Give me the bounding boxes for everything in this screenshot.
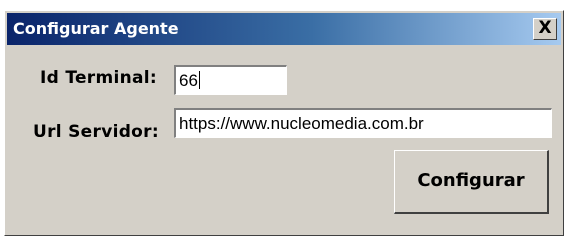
url-servidor-input[interactable]: https://www.nucleomedia.com.br bbox=[174, 108, 552, 138]
id-terminal-value: 66 bbox=[179, 71, 198, 90]
window-title: Configurar Agente bbox=[13, 19, 179, 38]
configurar-button[interactable]: Configurar bbox=[394, 150, 549, 214]
title-bar[interactable]: Configurar Agente X bbox=[7, 13, 561, 45]
close-icon: X bbox=[538, 18, 552, 38]
text-caret bbox=[198, 71, 200, 89]
url-servidor-value: https://www.nucleomedia.com.br bbox=[179, 114, 424, 133]
close-button[interactable]: X bbox=[533, 18, 557, 40]
id-terminal-input[interactable]: 66 bbox=[174, 65, 287, 95]
id-terminal-label: Id Terminal: bbox=[40, 68, 158, 88]
url-servidor-label: Url Servidor: bbox=[33, 122, 159, 142]
configurar-agente-dialog: Configurar Agente X Id Terminal: 66 Url … bbox=[4, 10, 564, 236]
